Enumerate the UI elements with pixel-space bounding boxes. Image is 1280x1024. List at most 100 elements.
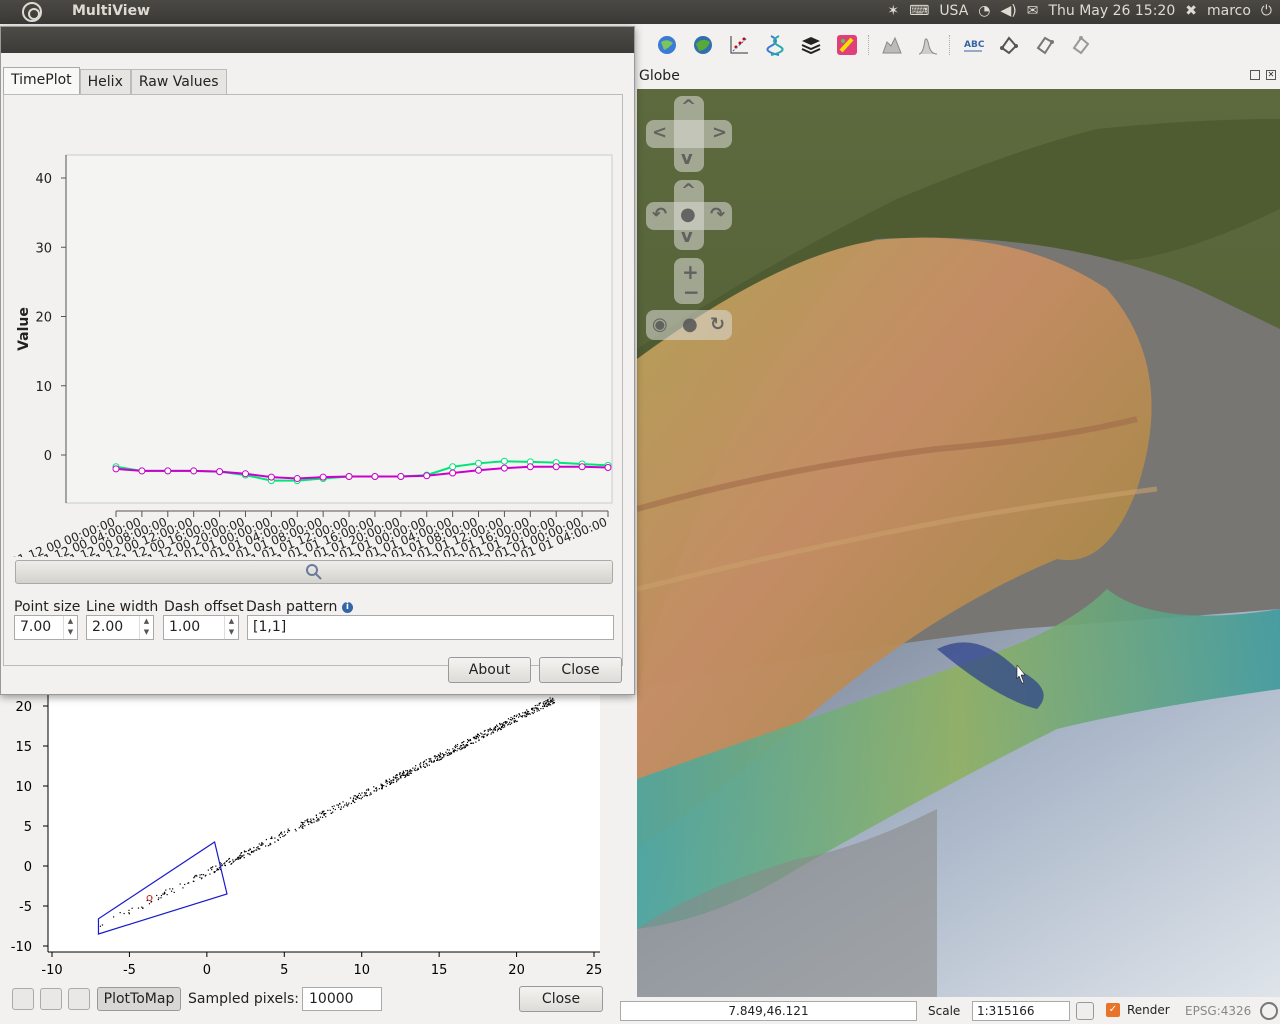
power-icon[interactable]: ⏻: [1261, 3, 1272, 19]
scale-input[interactable]: 1:315166: [972, 1001, 1070, 1021]
scatter-point: [478, 735, 481, 737]
volume-icon[interactable]: ◀): [1001, 3, 1017, 19]
sampled-pixels-spinbox[interactable]: 10000: [302, 987, 382, 1011]
float-panel-icon[interactable]: [1250, 70, 1260, 80]
profile-icon[interactable]: [877, 30, 907, 60]
datetime[interactable]: Thu May 26 15:20: [1048, 3, 1175, 19]
rotate-left-icon[interactable]: ↶: [652, 204, 667, 225]
about-button[interactable]: About: [448, 657, 531, 683]
scatter-point: [386, 780, 388, 782]
point-size-spinbox[interactable]: 7.00 ▲ ▼: [14, 615, 78, 640]
scatter-point: [516, 720, 518, 723]
line-width-spinbox[interactable]: 2.00 ▲ ▼: [86, 615, 154, 640]
scatter-point: [396, 779, 398, 781]
scatter-point: [283, 835, 285, 837]
helix-icon[interactable]: [760, 30, 790, 60]
globe-green-icon[interactable]: [688, 30, 718, 60]
timeplot-chart[interactable]: 010203040Value31 12 00 00:00:0031 12 00 …: [4, 95, 622, 557]
scatter-point: [486, 734, 489, 736]
layers-icon[interactable]: [796, 30, 826, 60]
histogram-icon[interactable]: [913, 30, 943, 60]
scatter-point: [435, 759, 438, 761]
zoom-button[interactable]: [15, 560, 613, 584]
scatter-point: [224, 862, 226, 864]
plottomap-button[interactable]: PlotToMap: [97, 987, 181, 1011]
zoom-tool-icon[interactable]: [68, 988, 90, 1010]
scatter-point: [513, 720, 515, 722]
scatter-point: [257, 846, 259, 848]
scatter-point: [361, 792, 363, 794]
scatter-close-button[interactable]: Close: [519, 986, 603, 1012]
polygon-select-icon[interactable]: [40, 988, 62, 1010]
pan-down-icon[interactable]: v: [681, 148, 693, 169]
tilt-down-icon[interactable]: v: [681, 226, 693, 247]
home-view-icon[interactable]: ◉: [652, 314, 668, 335]
refresh-view-icon[interactable]: ↻: [710, 314, 725, 335]
keyboard-icon[interactable]: ⌨: [909, 3, 929, 19]
scatter-point: [461, 747, 463, 750]
info-icon[interactable]: i: [341, 601, 353, 613]
dash-offset-value: 1.00: [169, 619, 201, 635]
coordinates-display[interactable]: 7.849,46.121: [620, 1001, 917, 1021]
bluetooth-icon[interactable]: ✶: [887, 3, 899, 19]
spin-arrows-icon[interactable]: ▲ ▼: [224, 616, 238, 639]
user-name[interactable]: marco: [1207, 3, 1251, 19]
user-status-icon[interactable]: ✖: [1185, 3, 1197, 19]
wifi-icon[interactable]: ◔: [978, 3, 990, 19]
crs-globe-icon[interactable]: [1260, 1002, 1278, 1020]
node-tool-3-icon[interactable]: [1066, 30, 1096, 60]
scatter-plot[interactable]: -10 -5 0 5 10 15 20 25 -10 -5 0 5 10 15 20: [0, 694, 614, 984]
scatter-point: [397, 779, 399, 781]
node-tool-2-icon[interactable]: [1030, 30, 1060, 60]
tilt-up-icon[interactable]: ^: [681, 180, 696, 201]
scatter-point: [367, 789, 369, 791]
paint-icon[interactable]: [832, 30, 862, 60]
pan-hand-icon[interactable]: [12, 988, 34, 1010]
scatter-point: [552, 701, 554, 703]
line-width-label: Line width: [86, 599, 159, 615]
series-point: [190, 467, 198, 475]
dash-pattern-input[interactable]: [1,1]: [247, 615, 614, 640]
scatter-point: [279, 836, 281, 839]
pan-up-icon[interactable]: ^: [681, 96, 696, 117]
tab-timeplot[interactable]: TimePlot: [3, 67, 80, 96]
tab-raw-values[interactable]: Raw Values: [130, 69, 227, 96]
zoom-out-icon[interactable]: −: [683, 280, 700, 304]
scatter-point: [446, 753, 448, 755]
rotate-right-icon[interactable]: ↷: [710, 204, 725, 225]
scatter-point: [302, 825, 304, 827]
reset-view-icon[interactable]: ●: [680, 204, 696, 225]
scatter-point: [400, 774, 402, 777]
scatter-point: [430, 760, 432, 762]
dialog-tabs: TimePlot Helix Raw Values: [3, 67, 227, 96]
pan-right-icon[interactable]: >: [712, 122, 727, 143]
scatter-point: [265, 838, 267, 841]
scatter-point: [245, 850, 247, 853]
render-checkbox[interactable]: ✓: [1106, 1003, 1120, 1017]
close-button[interactable]: Close: [539, 657, 622, 683]
pan-left-icon[interactable]: <: [652, 122, 667, 143]
spin-arrows-icon[interactable]: ▲ ▼: [63, 616, 77, 639]
sync-view-icon[interactable]: ●: [682, 314, 698, 335]
node-tool-icon[interactable]: [994, 30, 1024, 60]
scatter-point: [128, 909, 130, 911]
dialog-titlebar[interactable]: [1, 27, 634, 53]
dash-offset-spinbox[interactable]: 1.00 ▲ ▼: [163, 615, 239, 640]
messages-icon[interactable]: [1076, 1002, 1094, 1020]
crs-label[interactable]: EPSG:4326: [1185, 1004, 1251, 1018]
scatter-point: [383, 784, 385, 787]
tab-helix[interactable]: Helix: [79, 69, 131, 96]
scatter-point: [396, 774, 398, 776]
scatter-plot-icon[interactable]: [724, 30, 754, 60]
scatter-point: [467, 738, 469, 741]
label-abc-icon[interactable]: ABC: [958, 30, 988, 60]
globe-blue-icon[interactable]: [652, 30, 682, 60]
keyboard-layout[interactable]: USA: [939, 3, 968, 19]
scatter-point: [200, 878, 203, 880]
spin-arrows-icon[interactable]: ▲ ▼: [139, 616, 153, 639]
close-panel-icon[interactable]: ✕: [1266, 70, 1276, 80]
scatter-point: [232, 859, 234, 861]
mail-icon[interactable]: ✉: [1027, 3, 1039, 19]
scatter-point: [400, 776, 402, 778]
ubuntu-logo-icon[interactable]: [22, 2, 42, 22]
